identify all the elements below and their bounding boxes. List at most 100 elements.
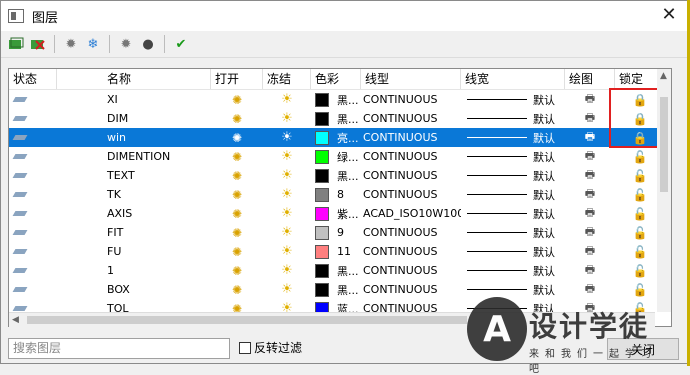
bulb-on-icon[interactable]: ✺ <box>211 223 263 242</box>
layer-row[interactable]: TEXT ✺ ☀ 黑... CONTINUOUS 默认 🖶 🔓 <box>9 166 671 185</box>
layer-row[interactable]: XI ✺ ☀ 黑... CONTINUOUS 默认 🖶 🔒 <box>9 90 671 109</box>
scroll-left-icon[interactable]: ◀ <box>12 313 19 327</box>
layer-state-icon[interactable] <box>9 90 57 109</box>
bulb-on-icon[interactable]: ✺ <box>211 109 263 128</box>
printer-icon[interactable]: 🖶 <box>565 166 615 185</box>
layer-lineweight[interactable]: 默认 <box>461 185 565 204</box>
layer-state-icon[interactable] <box>9 280 57 299</box>
layer-name[interactable]: TEXT <box>57 166 211 185</box>
bulb-on-icon[interactable]: ✺ <box>211 280 263 299</box>
layer-color[interactable]: 紫... <box>311 204 361 223</box>
layer-color[interactable]: 黑... <box>311 166 361 185</box>
sun-icon[interactable]: ☀ <box>263 109 311 128</box>
layer-linetype[interactable]: CONTINUOUS <box>361 90 461 109</box>
printer-icon[interactable]: 🖶 <box>565 185 615 204</box>
sun-icon[interactable]: ☀ <box>263 223 311 242</box>
sun-icon[interactable]: ☀ <box>263 280 311 299</box>
new-layer-icon[interactable] <box>7 35 25 53</box>
layer-linetype[interactable]: CONTINUOUS <box>361 242 461 261</box>
printer-icon[interactable]: 🖶 <box>565 147 615 166</box>
layer-name[interactable]: win <box>57 128 211 147</box>
layer-color[interactable]: 9 <box>311 223 361 242</box>
layer-linetype[interactable]: ACAD_ISO10W100 <box>361 204 461 223</box>
layer-linetype[interactable]: CONTINUOUS <box>361 147 461 166</box>
layer-lineweight[interactable]: 默认 <box>461 242 565 261</box>
sun-icon[interactable]: ☀ <box>263 242 311 261</box>
layer-name[interactable]: DIMENTION <box>57 147 211 166</box>
sun-icon[interactable]: ☀ <box>263 204 311 223</box>
header-name[interactable]: 名称 <box>57 69 211 89</box>
header-lineweight[interactable]: 线宽 <box>461 69 565 89</box>
layer-color[interactable]: 绿... <box>311 147 361 166</box>
bulb-icon[interactable]: ● <box>139 35 157 53</box>
layer-state-icon[interactable] <box>9 204 57 223</box>
layer-name[interactable]: DIM <box>57 109 211 128</box>
layer-linetype[interactable]: CONTINUOUS <box>361 280 461 299</box>
layer-lineweight[interactable]: 默认 <box>461 204 565 223</box>
layer-state-icon[interactable] <box>9 242 57 261</box>
layer-name[interactable]: FIT <box>57 223 211 242</box>
layer-linetype[interactable]: CONTINUOUS <box>361 128 461 147</box>
printer-icon[interactable]: 🖶 <box>565 204 615 223</box>
layer-color[interactable]: 亮... <box>311 128 361 147</box>
layer-name[interactable]: FU <box>57 242 211 261</box>
bulb-on-icon[interactable]: ✺ <box>211 185 263 204</box>
invert-filter-checkbox[interactable] <box>239 341 251 354</box>
layer-row[interactable]: 1 ✺ ☀ 黑... CONTINUOUS 默认 🖶 🔓 <box>9 261 671 280</box>
scroll-up-icon[interactable]: ▲ <box>660 71 667 81</box>
horizontal-scroll-thumb[interactable] <box>27 316 467 324</box>
layer-linetype[interactable]: CONTINUOUS <box>361 185 461 204</box>
layer-row[interactable]: FIT ✺ ☀ 9 CONTINUOUS 默认 🖶 🔓 <box>9 223 671 242</box>
layer-lineweight[interactable]: 默认 <box>461 223 565 242</box>
printer-icon[interactable]: 🖶 <box>565 109 615 128</box>
invert-filter-toggle[interactable]: 反转过滤 <box>239 339 302 356</box>
layer-color[interactable]: 黑... <box>311 90 361 109</box>
layer-state-icon[interactable] <box>9 128 57 147</box>
layer-state-icon[interactable] <box>9 166 57 185</box>
layer-state-icon[interactable] <box>9 261 57 280</box>
sun-icon[interactable]: ☀ <box>263 261 311 280</box>
printer-icon[interactable]: 🖶 <box>565 90 615 109</box>
layer-color[interactable]: 黑... <box>311 109 361 128</box>
layer-linetype[interactable]: CONTINUOUS <box>361 109 461 128</box>
layer-lineweight[interactable]: 默认 <box>461 90 565 109</box>
bulb-on-icon[interactable]: ✺ <box>211 128 263 147</box>
layer-state-icon[interactable] <box>9 147 57 166</box>
layer-lineweight[interactable]: 默认 <box>461 109 565 128</box>
bulb-on-icon[interactable]: ✺ <box>211 204 263 223</box>
isolate-icon[interactable]: ✹ <box>117 35 135 53</box>
layer-name[interactable]: TK <box>57 185 211 204</box>
sun-icon[interactable]: ☀ <box>263 166 311 185</box>
printer-icon[interactable]: 🖶 <box>565 128 615 147</box>
layer-linetype[interactable]: CONTINUOUS <box>361 261 461 280</box>
layer-color[interactable]: 黑... <box>311 280 361 299</box>
vertical-scroll-thumb[interactable] <box>660 97 668 192</box>
close-window-button[interactable]: ✕ <box>657 3 681 27</box>
layer-row[interactable]: TK ✺ ☀ 8 CONTINUOUS 默认 🖶 🔓 <box>9 185 671 204</box>
layer-row[interactable]: DIM ✺ ☀ 黑... CONTINUOUS 默认 🖶 🔒 <box>9 109 671 128</box>
header-freeze[interactable]: 冻结 <box>263 69 311 89</box>
layer-color[interactable]: 8 <box>311 185 361 204</box>
snowflake-icon[interactable]: ❄ <box>84 35 102 53</box>
freeze-icon[interactable]: ✹ <box>62 35 80 53</box>
sun-icon[interactable]: ☀ <box>263 147 311 166</box>
printer-icon[interactable]: 🖶 <box>565 223 615 242</box>
bulb-on-icon[interactable]: ✺ <box>211 147 263 166</box>
layer-state-icon[interactable] <box>9 185 57 204</box>
bulb-on-icon[interactable]: ✺ <box>211 242 263 261</box>
header-plot[interactable]: 绘图 <box>565 69 615 89</box>
layer-lineweight[interactable]: 默认 <box>461 147 565 166</box>
layer-row[interactable]: AXIS ✺ ☀ 紫... ACAD_ISO10W100 默认 🖶 🔓 <box>9 204 671 223</box>
header-open[interactable]: 打开 <box>211 69 263 89</box>
bulb-on-icon[interactable]: ✺ <box>211 261 263 280</box>
layer-name[interactable]: XI <box>57 90 211 109</box>
layer-color[interactable]: 黑... <box>311 261 361 280</box>
printer-icon[interactable]: 🖶 <box>565 242 615 261</box>
vertical-scrollbar[interactable]: ▲ <box>657 69 671 312</box>
layer-linetype[interactable]: CONTINUOUS <box>361 166 461 185</box>
layer-lineweight[interactable]: 默认 <box>461 166 565 185</box>
layer-name[interactable]: AXIS <box>57 204 211 223</box>
layer-name[interactable]: 1 <box>57 261 211 280</box>
layer-row[interactable]: win ✺ ☀ 亮... CONTINUOUS 默认 🖶 🔒 <box>9 128 671 147</box>
sun-icon[interactable]: ☀ <box>263 128 311 147</box>
